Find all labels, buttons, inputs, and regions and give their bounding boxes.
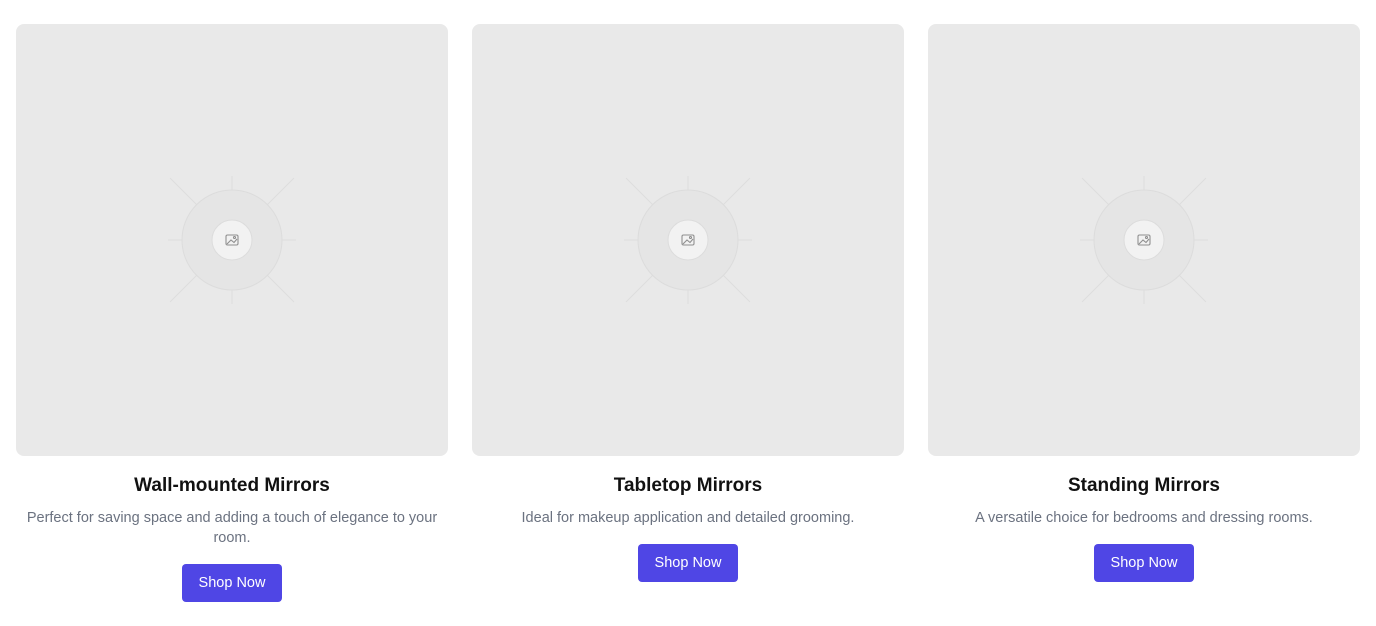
card-image-placeholder <box>928 24 1360 456</box>
card-image-placeholder <box>472 24 904 456</box>
category-card-tabletop: Tabletop Mirrors Ideal for makeup applic… <box>472 24 904 602</box>
card-title: Wall-mounted Mirrors <box>134 475 330 496</box>
category-card-wall-mounted: Wall-mounted Mirrors Perfect for saving … <box>16 24 448 602</box>
image-placeholder-icon <box>162 170 302 310</box>
shop-now-button[interactable]: Shop Now <box>181 564 283 602</box>
image-placeholder-icon <box>618 170 758 310</box>
card-title: Tabletop Mirrors <box>613 475 763 496</box>
image-placeholder-icon <box>1074 170 1214 310</box>
shop-now-button[interactable]: Shop Now <box>637 544 739 582</box>
shop-now-button[interactable]: Shop Now <box>1093 544 1195 582</box>
card-description: A versatile choice for bedrooms and dres… <box>975 510 1313 526</box>
card-image-placeholder <box>16 24 448 456</box>
card-description: Perfect for saving space and adding a to… <box>26 510 438 546</box>
category-card-standing: Standing Mirrors A versatile choice for … <box>928 24 1360 602</box>
category-grid: Wall-mounted Mirrors Perfect for saving … <box>0 0 1376 602</box>
card-title: Standing Mirrors <box>1067 475 1220 496</box>
card-description: Ideal for makeup application and detaile… <box>521 510 855 526</box>
